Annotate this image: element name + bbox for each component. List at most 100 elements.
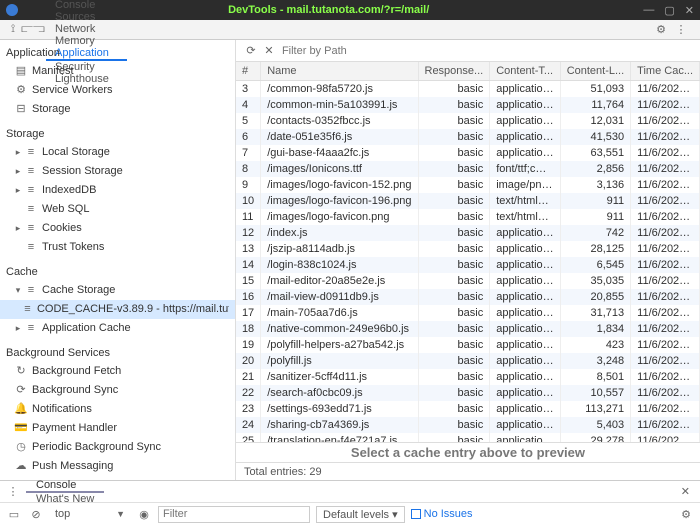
table-row[interactable]: 14/login-838c1024.jsbasicapplicatio…6,54…	[236, 257, 700, 273]
table-row[interactable]: 18/native-common-249e96b0.jsbasicapplica…	[236, 321, 700, 337]
context-label: top	[55, 508, 70, 520]
table-row[interactable]: 10/images/logo-favicon-196.pngbasictext/…	[236, 193, 700, 209]
issues-link[interactable]: No Issues	[411, 508, 473, 520]
cell-name: /images/Ionicons.ttf	[261, 161, 418, 177]
drawer-close-icon[interactable]: ✕	[677, 485, 694, 498]
issues-label: No Issues	[424, 508, 473, 520]
sidebar-item-indexeddb[interactable]: ▸≡IndexedDB	[0, 181, 235, 200]
sidebar-item-background-fetch[interactable]: ↻Background Fetch	[0, 362, 235, 381]
column-header[interactable]: Response...	[418, 62, 490, 81]
sidebar-item-manifest[interactable]: ▤Manifest	[0, 62, 235, 81]
table-row[interactable]: 11/images/logo-favicon.pngbasictext/html…	[236, 209, 700, 225]
chevron-down-icon: ▾	[14, 283, 22, 298]
table-row[interactable]: 20/polyfill.jsbasicapplicatio…3,24811/6/…	[236, 353, 700, 369]
database-icon: ≡	[22, 302, 33, 317]
cache-toolbar: ⟳ ✕	[236, 40, 700, 62]
sidebar-item-push-messaging[interactable]: ☁Push Messaging	[0, 457, 235, 476]
sidebar-item-service-workers[interactable]: ⚙Service Workers	[0, 81, 235, 100]
table-row[interactable]: 21/sanitizer-5cff4d11.jsbasicapplicatio……	[236, 369, 700, 385]
cell-time-cached: 11/6/202…	[631, 401, 700, 417]
sidebar-item-notifications[interactable]: 🔔Notifications	[0, 400, 235, 419]
table-row[interactable]: 16/mail-view-d0911db9.jsbasicapplicatio……	[236, 289, 700, 305]
cell-content-length: 11,764	[560, 97, 630, 113]
table-row[interactable]: 13/jszip-a8114adb.jsbasicapplicatio…28,1…	[236, 241, 700, 257]
cache-table[interactable]: #NameResponse...Content-T...Content-L...…	[236, 62, 700, 442]
delete-button[interactable]: ✕	[260, 44, 278, 57]
sidebar-item-local-storage[interactable]: ▸≡Local Storage	[0, 143, 235, 162]
sidebar-item-cache-storage[interactable]: ▾ ≡ Cache Storage	[0, 281, 235, 300]
sidebar-item-web-sql[interactable]: ≡Web SQL	[0, 200, 235, 219]
sidebar-item-cookies[interactable]: ▸≡Cookies	[0, 219, 235, 238]
console-filter-input[interactable]	[158, 506, 310, 523]
column-header[interactable]: Time Cac...	[631, 62, 700, 81]
sidebar-item-trust-tokens[interactable]: ≡Trust Tokens	[0, 238, 235, 257]
table-row[interactable]: 7/gui-base-f4aaa2fc.jsbasicapplicatio…63…	[236, 145, 700, 161]
table-row[interactable]: 3/common-98fa5720.jsbasicapplicatio…51,0…	[236, 81, 700, 98]
database-icon: ≡	[24, 202, 38, 217]
table-row[interactable]: 17/main-705aa7d6.jsbasicapplicatio…31,71…	[236, 305, 700, 321]
sidebar-item-storage[interactable]: ⊟Storage	[0, 100, 235, 119]
drawer-tab-what-s-new[interactable]: What's New	[26, 493, 104, 505]
table-row[interactable]: 4/common-min-5a103991.jsbasicapplicatio……	[236, 97, 700, 113]
table-row[interactable]: 5/contacts-0352fbcc.jsbasicapplicatio…12…	[236, 113, 700, 129]
column-header[interactable]: Name	[261, 62, 418, 81]
tab-sources[interactable]: Sources	[46, 11, 127, 23]
table-row[interactable]: 25/translation-en-f4e721a7.jsbasicapplic…	[236, 433, 700, 442]
sidebar-item-selected-cache[interactable]: ≡ CODE_CACHE-v3.89.9 - https://mail.tuta…	[0, 300, 235, 319]
column-header[interactable]: Content-L...	[560, 62, 630, 81]
log-level-selector[interactable]: Default levels ▾	[316, 506, 405, 523]
table-row[interactable]: 15/mail-editor-20a85e2e.jsbasicapplicati…	[236, 273, 700, 289]
refresh-button[interactable]: ⟳	[242, 44, 260, 57]
sidebar-item-session-storage[interactable]: ▸≡Session Storage	[0, 162, 235, 181]
device-icon[interactable]: ⫍⫎	[26, 23, 40, 36]
tab-console[interactable]: Console	[46, 0, 127, 11]
cell-time-cached: 11/6/202…	[631, 305, 700, 321]
table-row[interactable]: 19/polyfill-helpers-a27ba542.jsbasicappl…	[236, 337, 700, 353]
database-icon: ≡	[24, 183, 38, 198]
table-row[interactable]: 8/images/Ionicons.ttfbasicfont/ttf;c…2,8…	[236, 161, 700, 177]
column-header[interactable]: #	[236, 62, 261, 81]
minimize-button[interactable]: —	[643, 4, 654, 16]
clear-console-button[interactable]: ⊘	[28, 508, 44, 521]
table-row[interactable]: 12/index.jsbasicapplicatio…74211/6/202…	[236, 225, 700, 241]
table-row[interactable]: 23/settings-693edd71.jsbasicapplicatio…1…	[236, 401, 700, 417]
maximize-button[interactable]: ▢	[664, 4, 674, 17]
cell-response: basic	[418, 145, 490, 161]
settings-icon[interactable]: ⚙	[654, 23, 668, 36]
tab-network[interactable]: Network	[46, 23, 127, 35]
cell-content-length: 63,551	[560, 145, 630, 161]
cell-time-cached: 11/6/202…	[631, 321, 700, 337]
console-settings-icon[interactable]: ⚙	[678, 508, 694, 521]
drawer-toggle-icon[interactable]: ⋮	[6, 485, 20, 498]
cell-content-length: 911	[560, 209, 630, 225]
chevron-down-icon: ▼	[116, 509, 125, 519]
table-row[interactable]: 24/sharing-cb7a4369.jsbasicapplicatio…5,…	[236, 417, 700, 433]
cell-index: 17	[236, 305, 261, 321]
console-sidebar-toggle[interactable]: ▭	[6, 508, 22, 521]
close-button[interactable]: ✕	[685, 4, 694, 17]
context-selector[interactable]: top ▼	[50, 506, 130, 522]
table-row[interactable]: 22/search-af0cbc09.jsbasicapplicatio…10,…	[236, 385, 700, 401]
cell-index: 8	[236, 161, 261, 177]
database-icon: ≡	[24, 145, 38, 160]
cell-time-cached: 11/6/202…	[631, 177, 700, 193]
total-entries: Total entries: 29	[244, 466, 322, 478]
table-row[interactable]: 6/date-051e35f6.jsbasicapplicatio…41,530…	[236, 129, 700, 145]
filter-input[interactable]	[278, 43, 694, 59]
sidebar-label: Background Fetch	[32, 364, 121, 379]
sidebar-item-periodic-background-sync[interactable]: ◷Periodic Background Sync	[0, 438, 235, 457]
sidebar-item-application-cache[interactable]: ▸ ≡ Application Cache	[0, 319, 235, 338]
sidebar-item-payment-handler[interactable]: 💳Payment Handler	[0, 419, 235, 438]
live-expression-button[interactable]: ◉	[136, 508, 152, 521]
column-header[interactable]: Content-T...	[490, 62, 560, 81]
manifest-icon: ▤	[14, 64, 28, 79]
sidebar-item-background-sync[interactable]: ⟳Background Sync	[0, 381, 235, 400]
inspect-icon[interactable]: ⟟	[6, 23, 20, 36]
cell-response: basic	[418, 369, 490, 385]
database-icon: ≡	[24, 221, 38, 236]
cell-content-length: 911	[560, 193, 630, 209]
drawer-tab-console[interactable]: Console	[26, 479, 104, 493]
cell-time-cached: 11/6/202…	[631, 241, 700, 257]
table-row[interactable]: 9/images/logo-favicon-152.pngbasicimage/…	[236, 177, 700, 193]
more-icon[interactable]: ⋮	[674, 23, 688, 36]
